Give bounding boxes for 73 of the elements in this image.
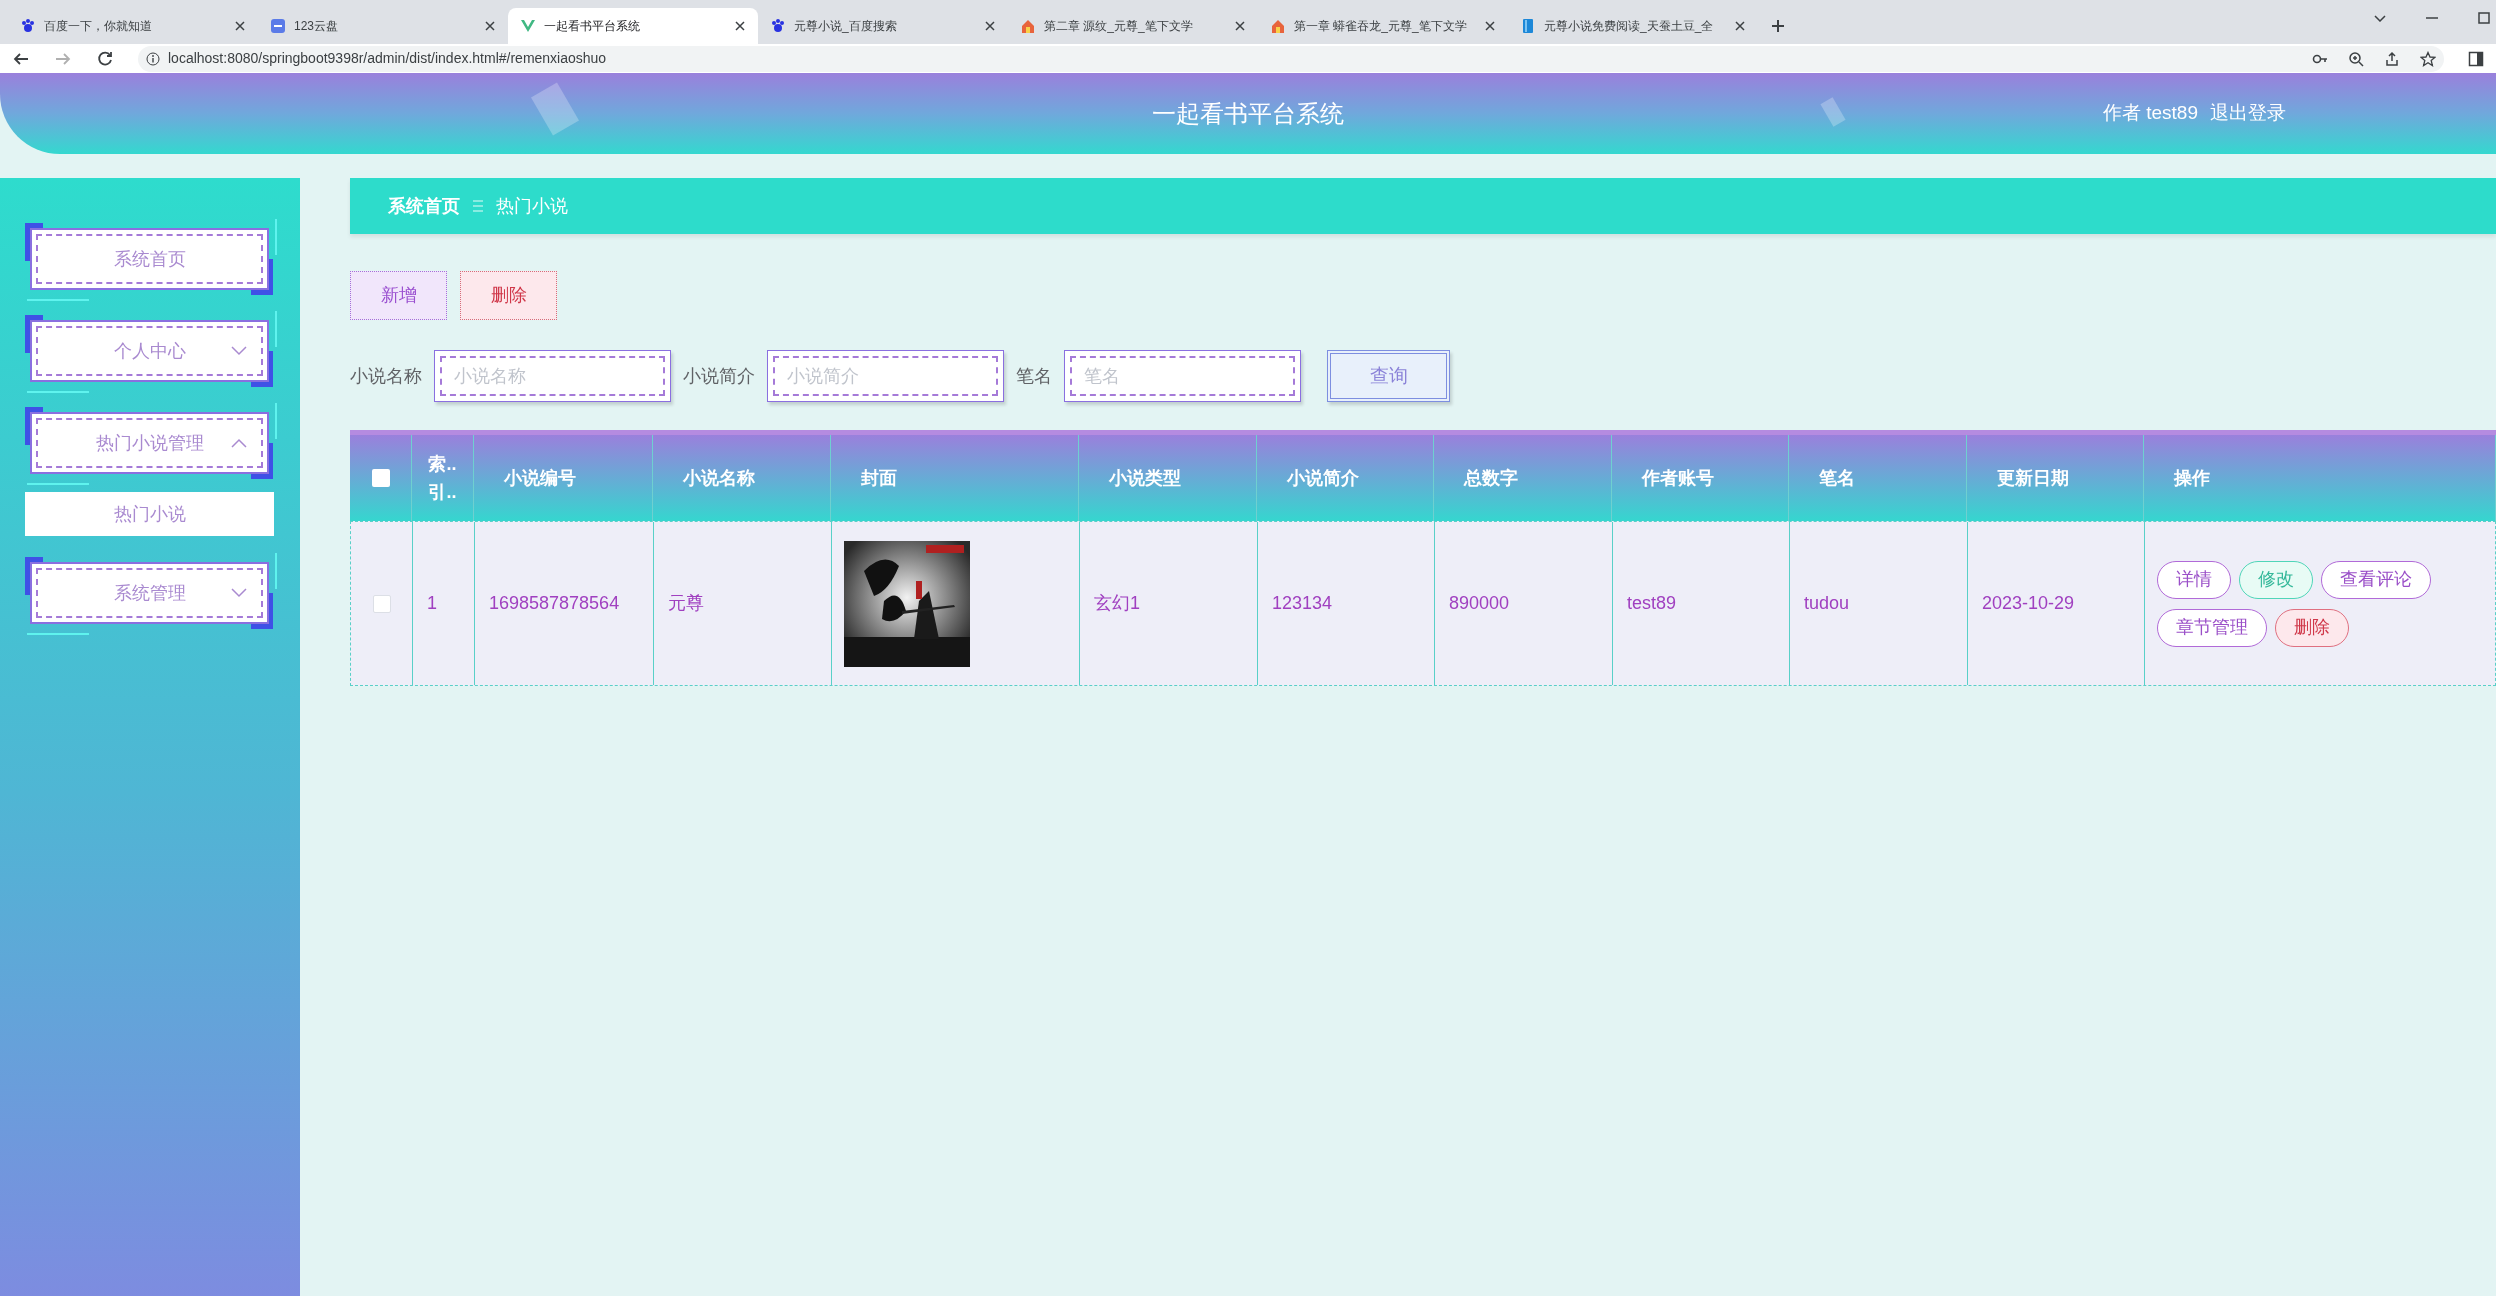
add-button[interactable]: 新增 — [350, 271, 447, 320]
zoom-icon — [2348, 50, 2364, 67]
column-header: 小说简介 — [1287, 466, 1359, 490]
reload-icon — [96, 49, 114, 68]
close-icon — [484, 20, 496, 32]
url-text: localhost:8080/springboot9398r/admin/dist/index.html#/remenxiaoshuo — [168, 49, 607, 68]
browser-tab[interactable]: 123云盘 — [258, 8, 508, 44]
table-cell-text: 元尊 — [668, 592, 704, 615]
user-label: 作者 test89 — [2102, 101, 2198, 126]
table-cell-text: 1698587878564 — [489, 592, 620, 615]
minimize-icon — [2426, 17, 2438, 19]
column-header: 小说类型 — [1109, 466, 1181, 490]
chevron-down-icon — [2374, 14, 2386, 22]
browser-tab[interactable]: 第一章 蟒雀吞龙_元尊_笔下文学 — [1258, 8, 1508, 44]
field-label: 小说简介 — [683, 364, 755, 388]
table-cell-text: test89 — [1627, 592, 1677, 615]
row-action-button[interactable]: 详情 — [2157, 560, 2231, 599]
browser-tab[interactable]: 元尊小说_百度搜索 — [758, 8, 1008, 44]
column-header: 索.. 引.. — [428, 453, 457, 504]
paw-icon — [770, 18, 786, 34]
house-icon — [1020, 18, 1036, 34]
table-cell-text: 1 — [427, 592, 437, 615]
browser-tab[interactable]: 元尊小说免费阅读_天蚕土豆_全 — [1508, 8, 1758, 44]
row-action-button[interactable]: 查看评论 — [2321, 560, 2431, 599]
row-checkbox[interactable] — [372, 594, 391, 613]
query-button[interactable]: 查询 — [1327, 350, 1450, 402]
table-cell-text: 123134 — [1272, 592, 1333, 615]
search-field[interactable]: 笔名 — [1064, 350, 1301, 402]
table-cell-text: 890000 — [1449, 592, 1510, 615]
app-title: 一起看书平台系统 — [1152, 98, 1344, 129]
column-header: 封面 — [861, 466, 897, 490]
row-action-button[interactable]: 章节管理 — [2157, 608, 2267, 647]
browser-tab[interactable]: 一起看书平台系统 — [508, 8, 758, 44]
column-header: 更新日期 — [1997, 466, 2069, 490]
logout-link[interactable]: 退出登录 — [2210, 99, 2286, 128]
side-panel-icon — [2468, 50, 2484, 67]
book-icon — [1520, 18, 1536, 34]
table-cell-text: tudou — [1804, 592, 1850, 615]
info-icon — [146, 51, 160, 66]
restore-icon — [2478, 12, 2490, 24]
submenu-item[interactable]: 热门小说 — [25, 492, 274, 536]
table-cell-text: 2023-10-29 — [1982, 592, 2075, 615]
search-field[interactable]: 小说简介 — [767, 350, 1004, 402]
column-header: 笔名 — [1819, 466, 1855, 490]
column-header: 作者账号 — [1642, 466, 1714, 490]
row-action-button[interactable]: 删除 — [2275, 608, 2349, 647]
v-logo-icon — [520, 18, 536, 34]
close-icon — [234, 20, 246, 32]
star-icon — [2420, 50, 2436, 67]
delete-button[interactable]: 删除 — [460, 271, 557, 320]
address-bar[interactable]: localhost:8080/springboot9398r/admin/dist/index.html#/remenxiaoshuo — [138, 45, 2444, 72]
search-field[interactable]: 小说名称 — [434, 350, 671, 402]
field-label: 小说名称 — [350, 364, 422, 388]
browser-tab[interactable]: 百度一下，你就知道 — [8, 8, 258, 44]
paw-icon — [20, 18, 36, 34]
column-header: 小说编号 — [504, 466, 576, 490]
close-icon — [1234, 20, 1246, 32]
separator-icon — [472, 199, 484, 213]
close-icon — [1734, 20, 1746, 32]
table-cell-text: 玄幻1 — [1094, 592, 1140, 615]
column-header: 总数字 — [1464, 466, 1518, 490]
close-icon — [1484, 20, 1496, 32]
square-logo-icon — [270, 18, 286, 34]
row-action-button[interactable]: 修改 — [2239, 560, 2313, 599]
close-icon — [984, 20, 996, 32]
column-header: 操作 — [2174, 466, 2210, 490]
select-all-checkbox[interactable] — [371, 469, 390, 487]
close-icon — [734, 20, 746, 32]
share-icon — [2384, 50, 2400, 67]
house-icon — [1270, 18, 1286, 34]
field-label: 笔名 — [1016, 364, 1052, 388]
browser-tab[interactable]: 第二章 源纹_元尊_笔下文学 — [1008, 8, 1258, 44]
column-header: 小说名称 — [683, 466, 755, 490]
